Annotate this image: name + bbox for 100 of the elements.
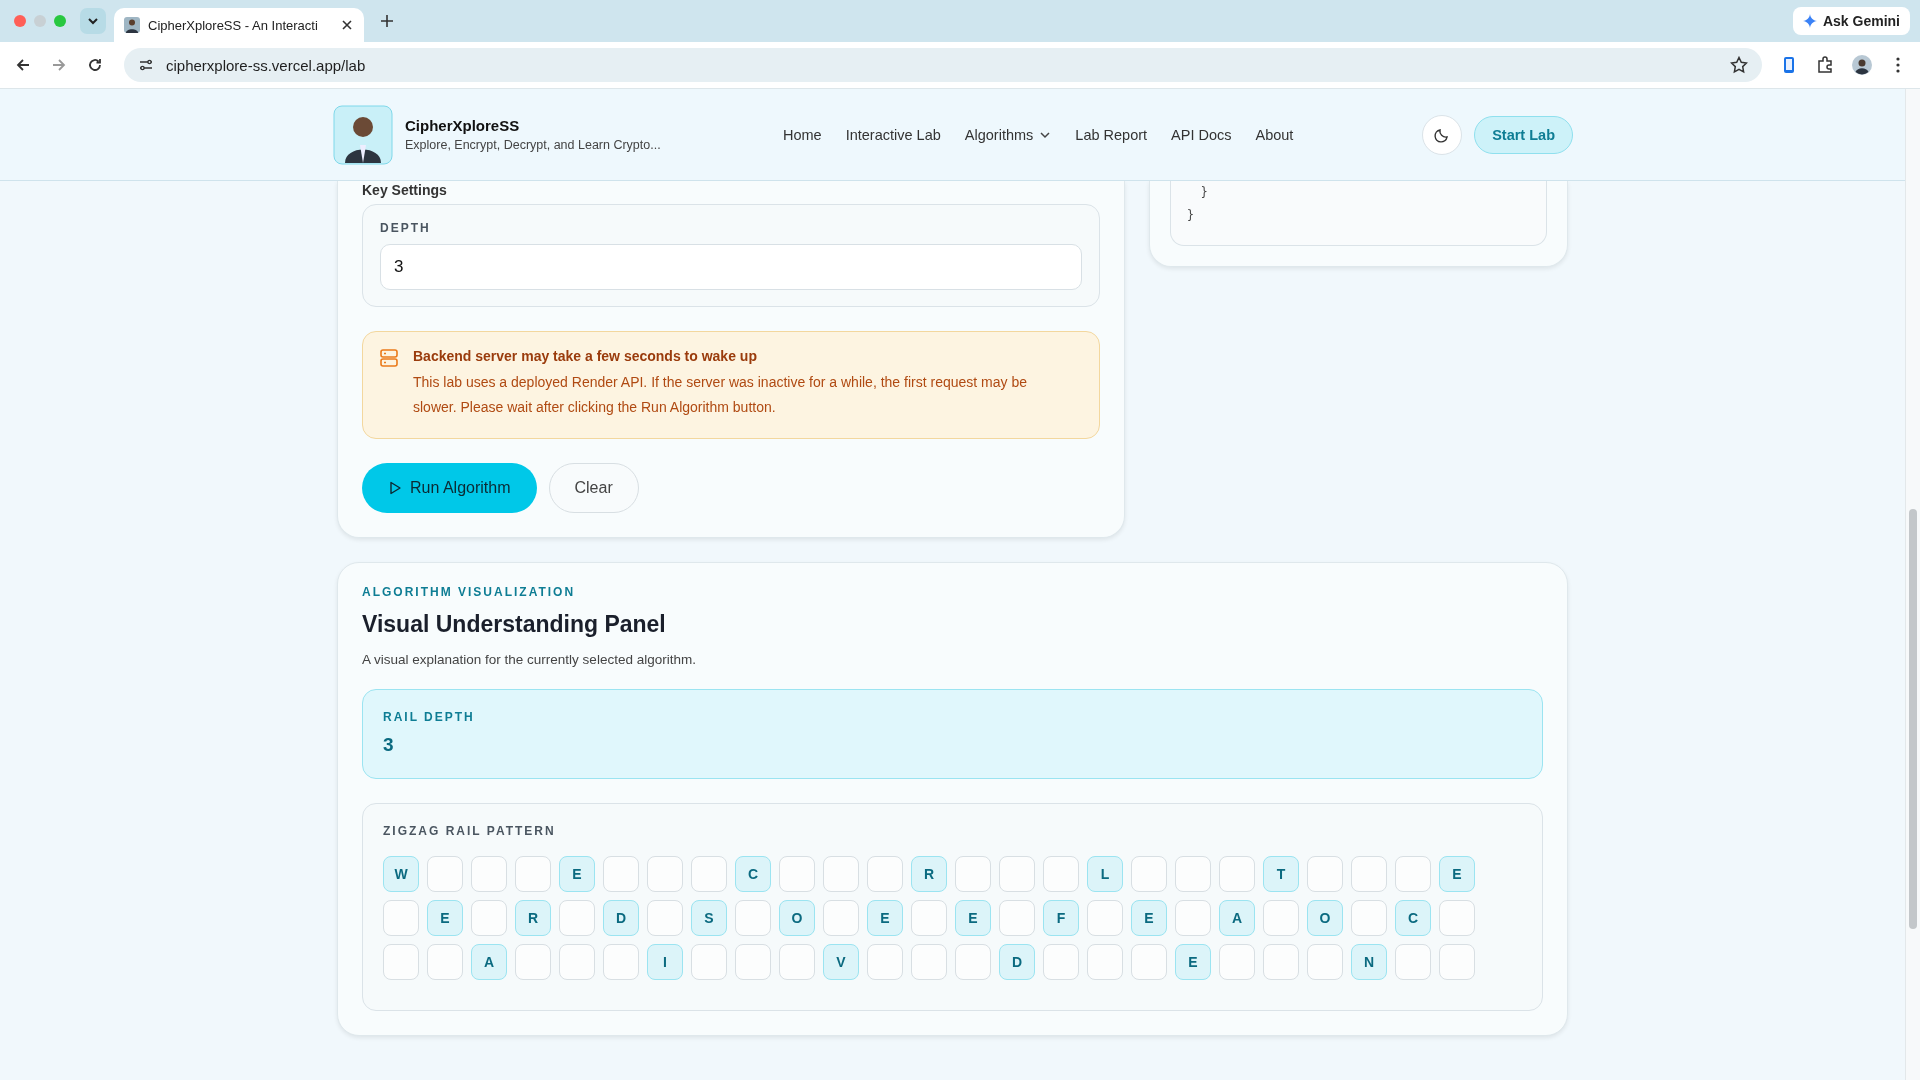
letter-cell: E — [955, 900, 991, 936]
empty-cell — [1219, 856, 1255, 892]
empty-cell — [471, 900, 507, 936]
letter-cell: N — [1351, 944, 1387, 980]
letter-cell: A — [471, 944, 507, 980]
letter-cell: L — [1087, 856, 1123, 892]
section-heading: Key Settings — [362, 182, 448, 198]
browser-tab[interactable]: CipherXploreSS - An Interacti — [114, 8, 364, 42]
panel-title: Visual Understanding Panel — [362, 611, 667, 638]
field-label: DEPTH — [380, 221, 432, 235]
letter-cell: W — [383, 856, 419, 892]
empty-cell — [383, 944, 419, 980]
empty-cell — [1439, 944, 1475, 980]
depth-input-field[interactable]: 3 — [380, 244, 1082, 290]
letter-cell: E — [1175, 944, 1211, 980]
person-icon — [124, 17, 140, 33]
nav-link[interactable]: Algorithms — [964, 126, 1052, 143]
empty-cell — [515, 944, 551, 980]
nav-link[interactable]: Interactive Lab — [845, 126, 941, 143]
letter-cell: S — [691, 900, 727, 936]
letter-cell: V — [823, 944, 859, 980]
empty-cell — [1131, 856, 1167, 892]
chevron-down-icon — [87, 15, 99, 27]
empty-cell — [1175, 856, 1211, 892]
empty-cell — [691, 944, 727, 980]
empty-cell — [1351, 856, 1387, 892]
rail-depth-value: 3 — [383, 734, 395, 756]
nav-link[interactable]: API Docs — [1171, 126, 1232, 143]
nav-link[interactable]: Lab Report — [1075, 126, 1148, 143]
empty-cell — [691, 856, 727, 892]
empty-cell — [779, 944, 815, 980]
tune-icon[interactable] — [138, 57, 154, 73]
start-lab-button[interactable]: Start Lab — [1474, 115, 1573, 154]
empty-cell — [1043, 856, 1079, 892]
empty-cell — [1307, 856, 1343, 892]
empty-cell — [1219, 944, 1255, 980]
profile-avatar-icon[interactable] — [1852, 55, 1872, 75]
close-icon[interactable] — [340, 18, 354, 32]
empty-cell — [735, 900, 771, 936]
tab-title: CipherXploreSS - An Interacti — [148, 17, 319, 33]
letter-cell: F — [1043, 900, 1079, 936]
empty-cell — [867, 944, 903, 980]
empty-cell — [515, 856, 551, 892]
empty-cell — [383, 900, 419, 936]
address-bar[interactable]: cipherxplore-ss.vercel.app/lab — [124, 48, 1762, 82]
letter-cell: D — [999, 944, 1035, 980]
empty-cell — [1131, 944, 1167, 980]
empty-cell — [1087, 944, 1123, 980]
ask-gemini-button[interactable]: Ask Gemini — [1792, 7, 1910, 35]
letter-cell: E — [1439, 856, 1475, 892]
letter-cell: T — [1263, 856, 1299, 892]
extensions-icon[interactable] — [1816, 56, 1834, 74]
empty-cell — [911, 944, 947, 980]
letter-cell: O — [1307, 900, 1343, 936]
letter-cell: O — [779, 900, 815, 936]
nav-link[interactable]: About — [1255, 126, 1294, 143]
letter-cell: I — [647, 944, 683, 980]
empty-cell — [1351, 900, 1387, 936]
empty-cell — [867, 856, 903, 892]
pattern-label: ZIGZAG RAIL PATTERN — [383, 824, 557, 838]
empty-cell — [427, 856, 463, 892]
tab-menu-button[interactable] — [80, 8, 106, 34]
letter-cell: C — [735, 856, 771, 892]
letter-cell: E — [427, 900, 463, 936]
empty-cell — [823, 900, 859, 936]
run-algorithm-button[interactable]: Run Algorithm — [362, 463, 537, 513]
empty-cell — [1307, 944, 1343, 980]
reload-icon[interactable] — [86, 56, 104, 74]
empty-cell — [735, 944, 771, 980]
panel-description: A visual explanation for the currently selected algorithm. — [362, 652, 697, 667]
code-line: } — [1187, 207, 1195, 224]
letter-cell: C — [1395, 900, 1431, 936]
code-line: } — [1199, 184, 1209, 201]
empty-cell — [559, 900, 595, 936]
server-icon — [379, 348, 399, 368]
notice-text: This lab uses a deployed Render API. If the server was inactive for a while, the first request may be slower. Please wait after clicking the Run Algorithm button. — [413, 373, 1028, 417]
empty-cell — [955, 944, 991, 980]
empty-cell — [559, 944, 595, 980]
letter-cell: E — [559, 856, 595, 892]
avatar-logo-icon[interactable] — [333, 104, 393, 165]
empty-cell — [471, 856, 507, 892]
clear-button[interactable]: Clear — [548, 463, 639, 513]
empty-cell — [647, 856, 683, 892]
star-icon[interactable] — [1730, 56, 1748, 74]
letter-cell: R — [515, 900, 551, 936]
empty-cell — [999, 856, 1035, 892]
letter-cell: E — [867, 900, 903, 936]
empty-cell — [427, 944, 463, 980]
empty-cell — [603, 944, 639, 980]
brand-name[interactable]: CipherXploreSS — [405, 117, 661, 134]
empty-cell — [1043, 944, 1079, 980]
scrollbar-thumb[interactable] — [1909, 509, 1917, 929]
empty-cell — [647, 900, 683, 936]
brand-tagline: Explore, Encrypt, Decrypt, and Learn Crypto... — [405, 138, 661, 152]
play-icon — [388, 481, 402, 495]
nav-link[interactable]: Home — [783, 126, 822, 143]
new-tab-icon[interactable] — [380, 14, 394, 28]
empty-cell — [823, 856, 859, 892]
empty-cell — [779, 856, 815, 892]
empty-cell — [911, 900, 947, 936]
